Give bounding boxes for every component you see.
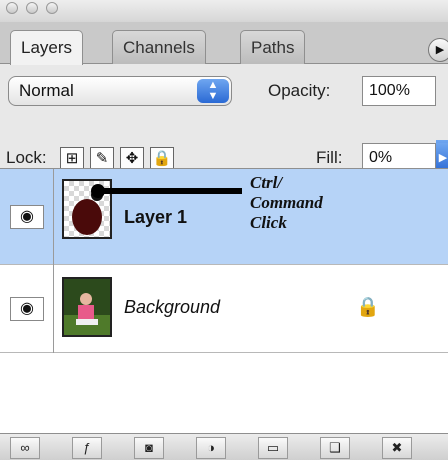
annotation-text: Ctrl/ Command Click (250, 173, 323, 233)
blend-mode-select[interactable]: Normal ▲ ▼ (8, 76, 232, 106)
tab-channels[interactable]: Channels (112, 30, 206, 64)
bottom-toolbar: ∞ ƒ ◙ ◑ ▭ ❑ ✖ (0, 433, 448, 460)
row-divider (53, 265, 54, 353)
close-window-button[interactable] (6, 2, 18, 14)
layer-options: Normal ▲▼ Opacity: 100% ▶ Lock: ⊞ ✎ ✥ 🔒 … (0, 64, 448, 173)
zoom-window-button[interactable] (46, 2, 58, 14)
updown-arrows-icon: ▲ ▼ (197, 79, 229, 103)
eye-icon[interactable]: ◉ (10, 297, 44, 321)
panel-menu-button[interactable]: ▶ (428, 38, 448, 62)
layer-thumbnail[interactable] (62, 277, 112, 337)
layers-panel: Layers Channels Paths ▶ Normal ▲ ▼ Opacit… (0, 0, 448, 460)
adjustment-layer-icon[interactable]: ◑ (196, 437, 226, 459)
annotation-line-1: Ctrl/ (250, 173, 283, 192)
trash-icon[interactable]: ✖ (382, 437, 412, 459)
new-layer-icon[interactable]: ❑ (320, 437, 350, 459)
tab-strip: Layers Channels Paths ▶ (0, 22, 448, 65)
group-folder-icon[interactable]: ▭ (258, 437, 288, 459)
opacity-label: Opacity: (268, 81, 331, 100)
play-triangle-icon: ▶ (435, 44, 445, 56)
tab-layers[interactable]: Layers (10, 30, 84, 65)
lock-icon: 🔒 (356, 297, 380, 318)
blend-mode-value: Normal (19, 81, 74, 100)
layer-row-layer-1[interactable]: ◉ Layer 1 Ctrl/ Command Click (0, 169, 448, 265)
lock-label: Lock: (6, 148, 47, 167)
opacity-field[interactable]: 100% (362, 76, 436, 106)
layer-style-icon[interactable]: ƒ (72, 437, 102, 459)
layer-row-background[interactable]: ◉ Background 🔒 (0, 265, 448, 353)
annotation-line-2: Command (250, 193, 323, 212)
layer-mask-icon[interactable]: ◙ (134, 437, 164, 459)
photo-thumbnail (64, 279, 110, 335)
layer-name[interactable]: Background (124, 297, 220, 318)
tab-paths[interactable]: Paths (240, 30, 306, 64)
layers-list: ◉ Layer 1 Ctrl/ Command Click ◉ Backgrou… (0, 168, 448, 433)
annotation-arrow (91, 184, 242, 198)
link-layers-icon[interactable]: ∞ (10, 437, 40, 459)
fill-label: Fill: (316, 148, 343, 167)
annotation-line-3: Click (250, 213, 287, 232)
minimize-window-button[interactable] (26, 2, 38, 14)
title-bar (0, 0, 448, 22)
